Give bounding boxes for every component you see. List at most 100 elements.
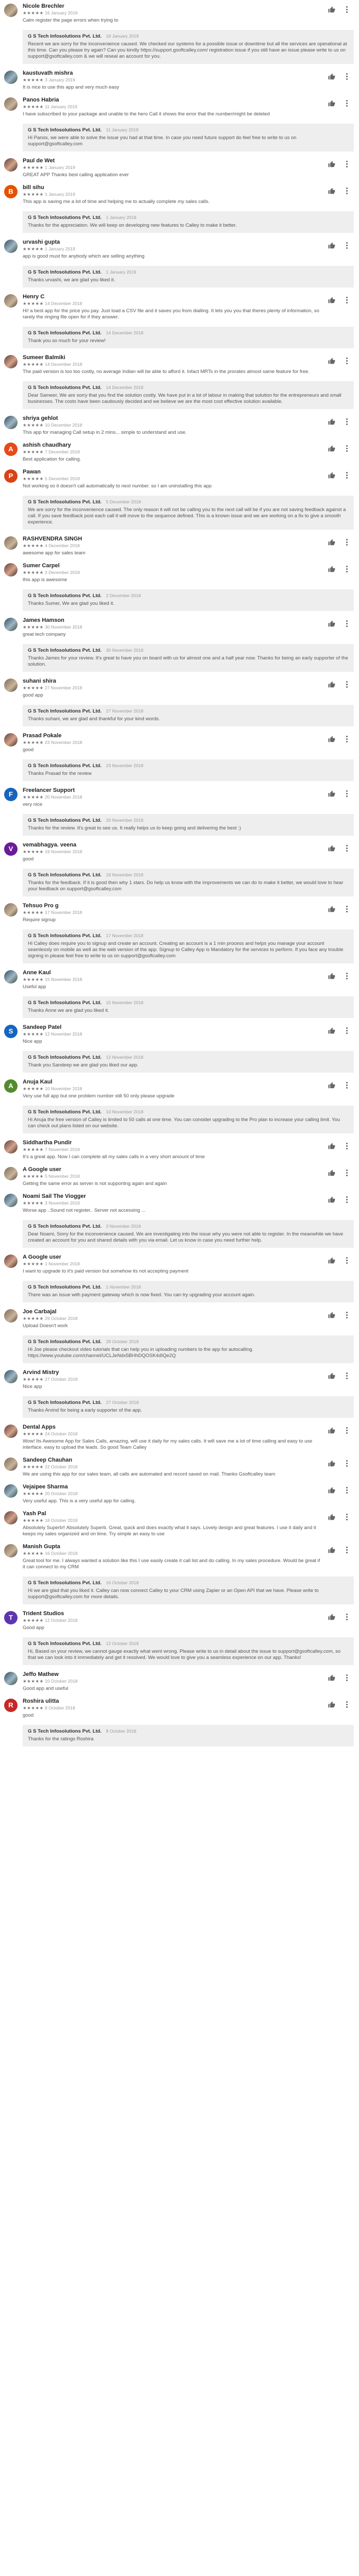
avatar[interactable]: B bbox=[4, 185, 18, 198]
more-vert-icon[interactable] bbox=[344, 5, 350, 14]
more-vert-icon[interactable] bbox=[344, 1142, 350, 1151]
more-vert-icon[interactable] bbox=[344, 1486, 350, 1495]
thumbs-up-icon[interactable] bbox=[327, 789, 336, 799]
thumbs-up-icon[interactable] bbox=[327, 1081, 336, 1090]
thumbs-up-icon[interactable] bbox=[327, 1256, 336, 1265]
thumbs-up-icon[interactable] bbox=[327, 296, 336, 305]
thumbs-up-icon[interactable] bbox=[327, 187, 336, 196]
more-vert-icon[interactable] bbox=[344, 905, 350, 914]
avatar[interactable]: P bbox=[4, 469, 18, 483]
more-vert-icon[interactable] bbox=[344, 1195, 350, 1205]
avatar[interactable] bbox=[4, 416, 18, 429]
thumbs-up-icon[interactable] bbox=[327, 1459, 336, 1468]
avatar[interactable]: S bbox=[4, 1025, 18, 1038]
more-vert-icon[interactable] bbox=[344, 471, 350, 480]
more-vert-icon[interactable] bbox=[344, 160, 350, 169]
more-vert-icon[interactable] bbox=[344, 1459, 350, 1468]
more-vert-icon[interactable] bbox=[344, 735, 350, 744]
more-vert-icon[interactable] bbox=[344, 538, 350, 547]
thumbs-up-icon[interactable] bbox=[327, 565, 336, 574]
thumbs-up-icon[interactable] bbox=[327, 619, 336, 629]
more-vert-icon[interactable] bbox=[344, 417, 350, 427]
thumbs-up-icon[interactable] bbox=[327, 471, 336, 480]
thumbs-up-icon[interactable] bbox=[327, 1026, 336, 1036]
more-vert-icon[interactable] bbox=[344, 1700, 350, 1709]
thumbs-up-icon[interactable] bbox=[327, 1673, 336, 1683]
avatar[interactable]: R bbox=[4, 1699, 18, 1712]
avatar[interactable] bbox=[4, 970, 18, 984]
thumbs-up-icon[interactable] bbox=[327, 5, 336, 14]
more-vert-icon[interactable] bbox=[344, 72, 350, 81]
avatar[interactable] bbox=[4, 903, 18, 917]
thumbs-up-icon[interactable] bbox=[327, 1700, 336, 1709]
thumbs-up-icon[interactable] bbox=[327, 1311, 336, 1320]
avatar[interactable] bbox=[4, 1140, 18, 1154]
thumbs-up-icon[interactable] bbox=[327, 972, 336, 981]
avatar[interactable] bbox=[4, 71, 18, 84]
avatar[interactable]: A bbox=[4, 1079, 18, 1093]
avatar[interactable] bbox=[4, 536, 18, 550]
thumbs-up-icon[interactable] bbox=[327, 160, 336, 169]
thumbs-up-icon[interactable] bbox=[327, 844, 336, 853]
thumbs-up-icon[interactable] bbox=[327, 1613, 336, 1622]
thumbs-up-icon[interactable] bbox=[327, 241, 336, 250]
thumbs-up-icon[interactable] bbox=[327, 72, 336, 81]
avatar[interactable] bbox=[4, 294, 18, 308]
thumbs-up-icon[interactable] bbox=[327, 1426, 336, 1435]
more-vert-icon[interactable] bbox=[344, 99, 350, 108]
avatar[interactable]: T bbox=[4, 1611, 18, 1624]
more-vert-icon[interactable] bbox=[344, 1256, 350, 1265]
more-vert-icon[interactable] bbox=[344, 619, 350, 629]
avatar[interactable] bbox=[4, 1194, 18, 1207]
more-vert-icon[interactable] bbox=[344, 241, 350, 250]
thumbs-up-icon[interactable] bbox=[327, 417, 336, 427]
thumbs-up-icon[interactable] bbox=[327, 735, 336, 744]
avatar[interactable] bbox=[4, 679, 18, 692]
thumbs-up-icon[interactable] bbox=[327, 99, 336, 108]
avatar[interactable] bbox=[4, 1167, 18, 1180]
more-vert-icon[interactable] bbox=[344, 972, 350, 981]
avatar[interactable] bbox=[4, 1309, 18, 1323]
more-vert-icon[interactable] bbox=[344, 1371, 350, 1381]
avatar[interactable] bbox=[4, 1672, 18, 1685]
thumbs-up-icon[interactable] bbox=[327, 905, 336, 914]
thumbs-up-icon[interactable] bbox=[327, 538, 336, 547]
more-vert-icon[interactable] bbox=[344, 844, 350, 853]
more-vert-icon[interactable] bbox=[344, 1311, 350, 1320]
avatar[interactable] bbox=[4, 618, 18, 631]
avatar[interactable]: A bbox=[4, 443, 18, 456]
more-vert-icon[interactable] bbox=[344, 296, 350, 305]
thumbs-up-icon[interactable] bbox=[327, 1195, 336, 1205]
more-vert-icon[interactable] bbox=[344, 1081, 350, 1090]
avatar[interactable] bbox=[4, 1484, 18, 1498]
avatar[interactable] bbox=[4, 1458, 18, 1471]
more-vert-icon[interactable] bbox=[344, 1673, 350, 1683]
avatar[interactable] bbox=[4, 158, 18, 172]
thumbs-up-icon[interactable] bbox=[327, 680, 336, 689]
more-vert-icon[interactable] bbox=[344, 1426, 350, 1435]
thumbs-up-icon[interactable] bbox=[327, 444, 336, 453]
more-vert-icon[interactable] bbox=[344, 444, 350, 453]
thumbs-up-icon[interactable] bbox=[327, 1168, 336, 1178]
avatar[interactable] bbox=[4, 1255, 18, 1268]
more-vert-icon[interactable] bbox=[344, 789, 350, 799]
avatar[interactable] bbox=[4, 1370, 18, 1383]
more-vert-icon[interactable] bbox=[344, 680, 350, 689]
thumbs-up-icon[interactable] bbox=[327, 1513, 336, 1522]
more-vert-icon[interactable] bbox=[344, 1546, 350, 1555]
thumbs-up-icon[interactable] bbox=[327, 1546, 336, 1555]
more-vert-icon[interactable] bbox=[344, 357, 350, 366]
avatar[interactable] bbox=[4, 1544, 18, 1557]
avatar[interactable] bbox=[4, 355, 18, 368]
more-vert-icon[interactable] bbox=[344, 1613, 350, 1622]
more-vert-icon[interactable] bbox=[344, 187, 350, 196]
more-vert-icon[interactable] bbox=[344, 1168, 350, 1178]
avatar[interactable] bbox=[4, 733, 18, 747]
thumbs-up-icon[interactable] bbox=[327, 1486, 336, 1495]
thumbs-up-icon[interactable] bbox=[327, 357, 336, 366]
more-vert-icon[interactable] bbox=[344, 565, 350, 574]
more-vert-icon[interactable] bbox=[344, 1026, 350, 1036]
thumbs-up-icon[interactable] bbox=[327, 1142, 336, 1151]
avatar[interactable] bbox=[4, 563, 18, 577]
more-vert-icon[interactable] bbox=[344, 1513, 350, 1522]
